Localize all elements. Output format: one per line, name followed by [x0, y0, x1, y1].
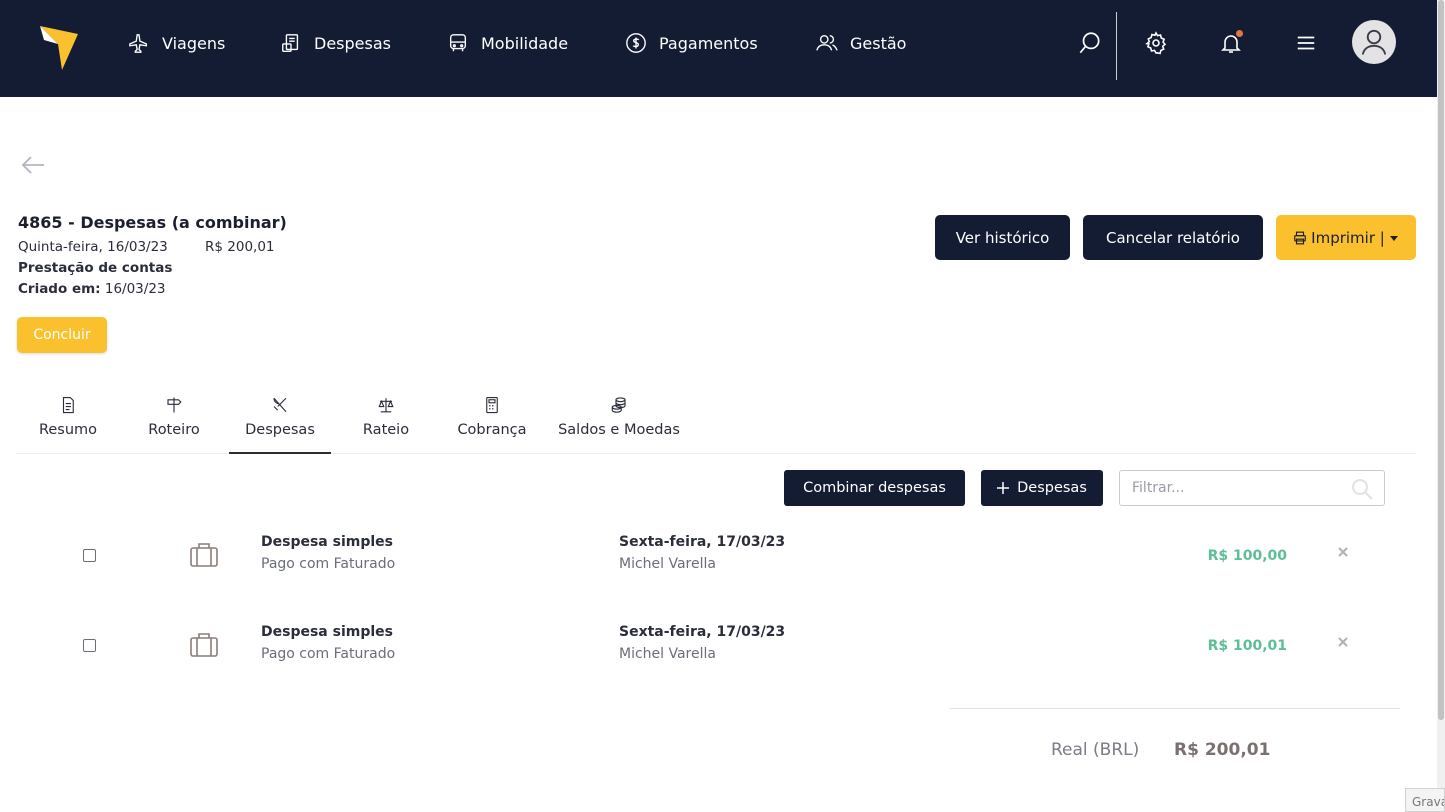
remove-expense-button[interactable]: [1336, 546, 1350, 560]
tab-label: Cobrança: [457, 422, 527, 438]
total-value: R$ 200,01: [1174, 740, 1271, 760]
view-history-button[interactable]: Ver histórico: [935, 215, 1070, 260]
remove-expense-button[interactable]: [1336, 636, 1350, 650]
scrollbar-thumb[interactable]: [1438, 0, 1444, 720]
utensils-icon: [273, 397, 287, 413]
coins-icon: [611, 397, 626, 413]
filter-field: [1119, 470, 1385, 506]
menu-button[interactable]: [1292, 28, 1320, 58]
expense-payment: Pago com Faturado: [261, 556, 396, 572]
filter-input[interactable]: [1120, 471, 1340, 505]
tab-resumo[interactable]: Resumo: [22, 396, 114, 454]
tab-rateio[interactable]: Rateio: [340, 396, 432, 454]
user-avatar[interactable]: [1352, 20, 1396, 64]
nav-item-label: Mobilidade: [481, 33, 569, 53]
search-icon: [1079, 32, 1100, 54]
suitcase-icon: [190, 543, 218, 567]
printer-icon: [1294, 231, 1306, 244]
nav-item-label: Pagamentos: [659, 33, 758, 53]
close-icon: [1338, 637, 1348, 647]
nav-item-label: Viagens: [162, 33, 226, 53]
expense-date: Sexta-feira, 17/03/23: [619, 534, 786, 550]
nav-item-viagens[interactable]: Viagens: [128, 30, 225, 56]
nav-item-mobilidade[interactable]: Mobilidade: [447, 30, 568, 56]
report-title: 4865 - Despesas (a combinar): [18, 213, 287, 232]
plus-icon: [997, 482, 1010, 494]
notification-dot: [1236, 30, 1243, 37]
hamburger-icon: [1297, 36, 1315, 50]
expense-title: Despesa simples: [261, 624, 393, 640]
nav-item-gestao[interactable]: Gestão: [816, 30, 906, 56]
recording-tag[interactable]: Grava: [1405, 788, 1445, 812]
tab-despesas[interactable]: Despesas: [229, 396, 331, 454]
tab-saldos-e-moedas[interactable]: Saldos e Moedas: [552, 396, 686, 454]
report-tabs: Resumo Roteiro Despesas Rateio Cobrança …: [16, 384, 1416, 454]
created-label: Criado em:: [18, 281, 101, 297]
search-button[interactable]: [1076, 28, 1104, 58]
nav-item-label: Gestão: [850, 33, 907, 53]
expense-title: Despesa simples: [261, 534, 393, 550]
expense-row[interactable]: Despesa simples Pago com Faturado Sexta-…: [0, 618, 1420, 678]
tab-label: Rateio: [362, 422, 410, 438]
calculator-icon: [486, 396, 498, 414]
nav-item-despesas[interactable]: Despesas: [280, 30, 391, 56]
gear-icon: [1145, 31, 1167, 55]
total-divider: [950, 708, 1400, 709]
expense-date: Sexta-feira, 17/03/23: [619, 624, 786, 640]
dollar-circle-icon: [626, 33, 646, 53]
created-value: 16/03/23: [104, 281, 166, 297]
expense-row[interactable]: Despesa simples Pago com Faturado Sexta-…: [0, 528, 1420, 588]
document-icon: [62, 396, 74, 414]
expense-payment: Pago com Faturado: [261, 646, 396, 662]
close-icon: [1338, 547, 1348, 557]
search-icon[interactable]: [1350, 477, 1374, 501]
add-expense-button[interactable]: Despesas: [981, 470, 1103, 506]
airplane-icon: [129, 34, 148, 53]
combine-expenses-button[interactable]: Combinar despesas: [784, 470, 965, 506]
avatar-icon: [1361, 29, 1387, 55]
nav-divider: [1116, 12, 1117, 80]
bus-icon: [449, 34, 467, 52]
row-checkbox[interactable]: [83, 549, 96, 562]
cancel-report-button[interactable]: Cancelar relatório: [1083, 215, 1263, 260]
tab-label: Roteiro: [148, 422, 200, 438]
tab-roteiro[interactable]: Roteiro: [128, 396, 220, 454]
top-navigation-bar: Viagens Despesas Mobilidade Pagamentos G…: [0, 0, 1437, 97]
back-arrow-icon[interactable]: [20, 154, 46, 176]
row-checkbox[interactable]: [83, 639, 96, 652]
print-label: Imprimir |: [1311, 228, 1385, 247]
expense-amount: R$ 100,01: [1207, 638, 1287, 654]
report-type: Prestação de contas: [18, 260, 173, 276]
expense-user: Michel Varella: [619, 646, 716, 662]
receipt-icon: [282, 34, 299, 52]
settings-button[interactable]: [1142, 28, 1170, 58]
add-expense-label: Despesas: [1017, 480, 1087, 496]
print-button[interactable]: Imprimir |: [1276, 215, 1416, 260]
tab-label: Saldos e Moedas: [558, 422, 680, 438]
caret-down-icon: [1389, 235, 1398, 241]
report-amount: R$ 200,01: [205, 239, 275, 255]
scale-icon: [378, 398, 394, 413]
total-currency-label: Real (BRL): [1051, 740, 1140, 760]
notifications-button[interactable]: [1217, 28, 1245, 58]
suitcase-icon: [190, 633, 218, 657]
users-icon: [816, 34, 838, 51]
report-date: Quinta-feira, 16/03/23: [18, 239, 168, 255]
tab-label: Despesas: [245, 422, 315, 438]
expense-amount: R$ 100,00: [1207, 548, 1287, 564]
logo-icon[interactable]: [40, 20, 82, 72]
conclude-button[interactable]: Concluir: [17, 317, 107, 353]
report-created: Criado em: 16/03/23: [18, 281, 166, 297]
nav-item-label: Despesas: [314, 33, 391, 53]
tab-label: Resumo: [38, 422, 98, 438]
nav-item-pagamentos[interactable]: Pagamentos: [625, 30, 758, 56]
expense-user: Michel Varella: [619, 556, 716, 572]
tab-cobranca[interactable]: Cobrança: [446, 396, 538, 454]
signpost-icon: [167, 397, 182, 413]
